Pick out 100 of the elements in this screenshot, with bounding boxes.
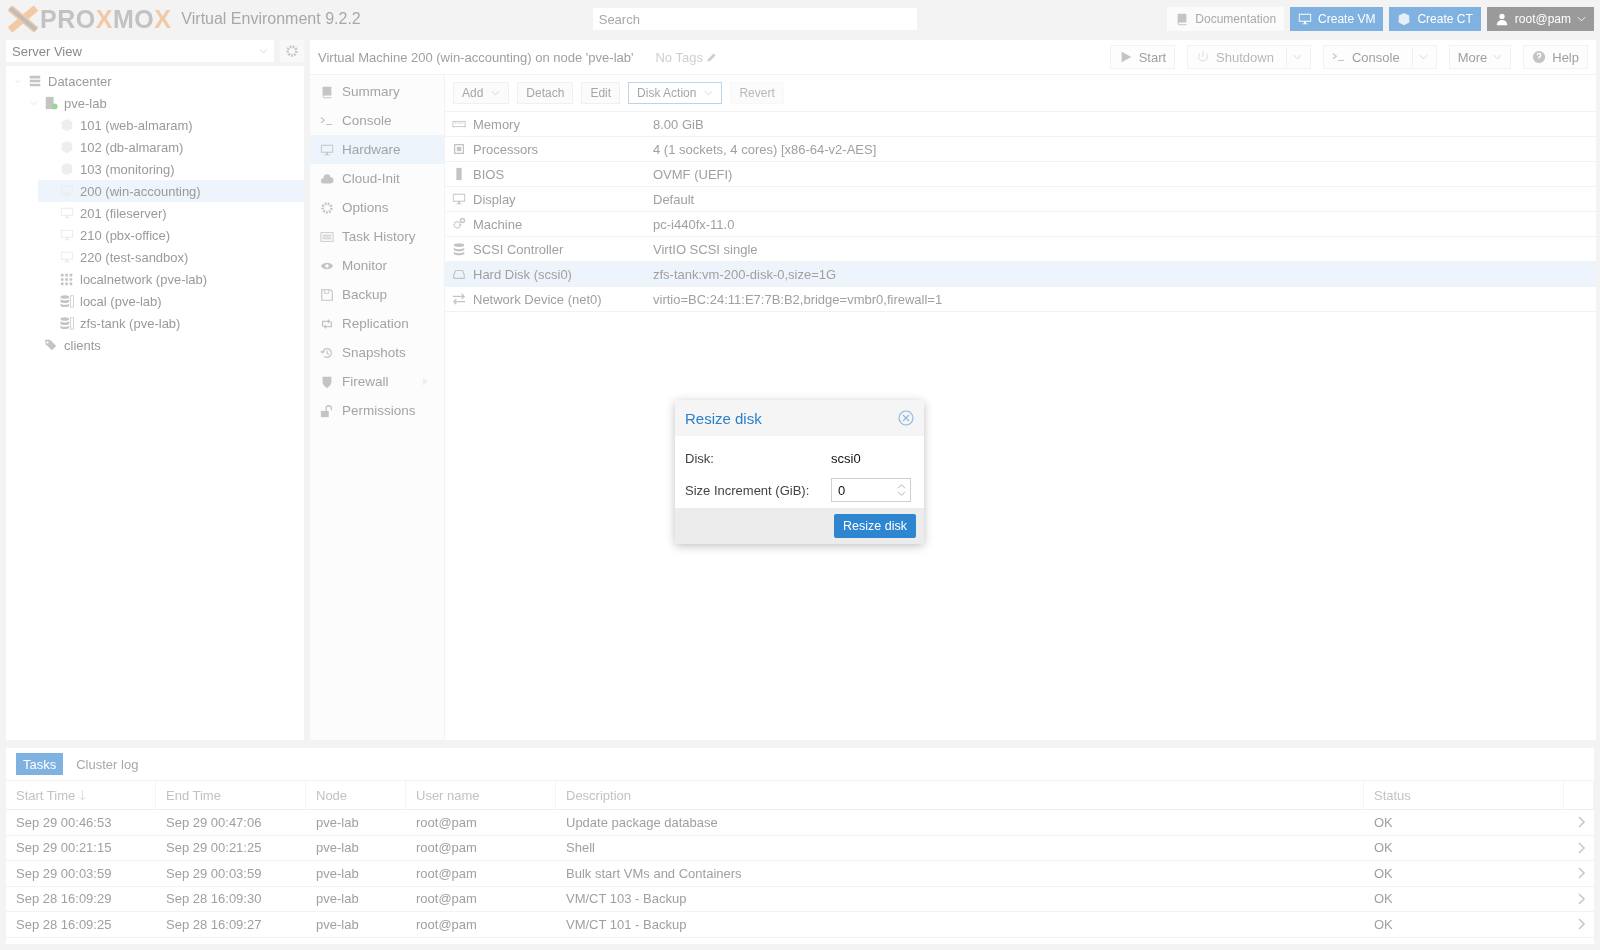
hardware-row[interactable]: BIOS OVMF (UEFI) — [445, 162, 1596, 187]
tree-item[interactable]: local (pve-lab) — [38, 290, 304, 312]
caret-icon — [1292, 54, 1302, 60]
column-header[interactable]: Start Time — [6, 781, 156, 809]
table-cell-text: OK — [1373, 890, 1394, 909]
table-cell-text: Sep 28 16:09:25 — [15, 915, 113, 934]
toolbar-button[interactable]: Edit — [581, 82, 621, 104]
toolbar-button[interactable]: Start — [1109, 45, 1176, 69]
nav-item[interactable]: Backup — [310, 280, 444, 309]
number-field[interactable]: 0 — [831, 478, 911, 502]
hardware-value: 4 (1 sockets, 4 cores) [x86-64-v2-AES] — [653, 141, 877, 157]
field-label: Disk: — [685, 450, 715, 466]
tree-item[interactable]: Datacenter — [6, 70, 304, 92]
table-cell-text: Sep 28 16:09:29 — [15, 890, 113, 909]
logo-x-icon — [8, 6, 38, 32]
user-icon — [1494, 12, 1509, 26]
help-icon — [1532, 50, 1547, 64]
header-button[interactable]: Create CT — [1389, 7, 1481, 31]
resize-disk-button[interactable]: Resize disk — [834, 514, 916, 538]
tags-icon — [44, 338, 58, 352]
table-cell-text: root@pam — [415, 915, 478, 934]
hardware-row[interactable]: Display Default — [445, 187, 1596, 212]
nav-item[interactable]: Firewall — [310, 367, 444, 396]
tree-item[interactable]: pve-lab — [22, 92, 304, 114]
tree-item[interactable]: localnetwork (pve-lab) — [38, 268, 304, 290]
nav-item[interactable]: Permissions — [310, 396, 444, 425]
hardware-row[interactable]: Machine pc-i440fx-11.0 — [445, 212, 1596, 237]
toolbar-button[interactable]: Disk Action — [628, 82, 723, 104]
caret-icon — [704, 90, 714, 96]
toolbar-button[interactable]: More — [1448, 45, 1512, 69]
toolbar-button[interactable]: Detach — [517, 82, 574, 104]
toolbar-button[interactable]: Help — [1523, 45, 1588, 69]
column-header[interactable]: End Time — [156, 781, 306, 809]
settings-icon — [285, 44, 299, 58]
user-menu-button[interactable]: root@pam — [1486, 7, 1594, 31]
nav-item[interactable]: Snapshots — [310, 338, 444, 367]
caret-icon — [491, 90, 501, 96]
tree-item[interactable]: 103 (monitoring) — [38, 158, 304, 180]
version-label: Virtual Environment 9.2.2 — [181, 10, 361, 28]
table-cell-text: Sep 28 16:09:30 — [165, 890, 263, 909]
hardware-row[interactable]: Processors 4 (1 sockets, 4 cores) [x86-64-v2-AES] — [445, 137, 1596, 162]
column-header[interactable]: User name — [406, 781, 556, 809]
tree-item[interactable]: 220 (test-sandbox) — [38, 246, 304, 268]
tab[interactable]: Cluster log — [69, 753, 146, 775]
tree-item[interactable]: 210 (pbx-office) — [38, 224, 304, 246]
tree-item[interactable]: 201 (fileserver) — [38, 202, 304, 224]
toolbar-button[interactable]: Add — [453, 82, 510, 104]
hardware-label: Processors — [473, 141, 540, 157]
tree-item[interactable]: 102 (db-almaram) — [38, 136, 304, 158]
nav-item[interactable]: Replication — [310, 309, 444, 338]
tree-item[interactable]: 101 (web-almaram) — [38, 114, 304, 136]
header-button[interactable]: Documentation — [1167, 7, 1285, 31]
nav-item[interactable]: Cloud-Init — [310, 164, 444, 193]
hardware-row[interactable]: Network Device (net0) virtio=BC:24:11:E7:7B:B2,bridge=vmbr0,firewall=1 — [445, 287, 1596, 312]
settings-button[interactable] — [280, 40, 304, 62]
header-button[interactable]: Create VM — [1290, 7, 1384, 31]
hardware-value: zfs-tank:vm-200-disk-0,size=1G — [653, 266, 837, 282]
dialog-title: Resize disk — [685, 409, 762, 427]
nav-item[interactable]: Summary — [310, 77, 444, 106]
close-icon[interactable] — [898, 410, 914, 426]
nav-item[interactable]: Task History — [310, 222, 444, 251]
nav-item[interactable]: Console — [310, 106, 444, 135]
caret-icon — [1418, 54, 1428, 60]
hardware-label: Network Device (net0) — [473, 291, 603, 307]
tree-item[interactable]: clients — [22, 334, 304, 356]
shield-icon — [320, 374, 334, 389]
floppy-icon — [320, 287, 334, 302]
chevron-right-icon[interactable] — [1578, 841, 1586, 854]
sort-down-icon — [79, 789, 87, 801]
nav-item[interactable]: Hardware — [310, 135, 444, 164]
column-header[interactable]: Node — [306, 781, 406, 809]
nav-item[interactable]: Monitor — [310, 251, 444, 280]
spinner-icon[interactable] — [897, 483, 906, 497]
table-cell-text: pve-lab — [315, 839, 360, 858]
server-rack-icon — [28, 74, 42, 88]
chevron-right-icon[interactable] — [1578, 918, 1586, 931]
hardware-label: BIOS — [473, 166, 506, 182]
tab[interactable]: Tasks — [16, 753, 64, 775]
table-cell-text: VM/CT 101 - Backup — [565, 915, 688, 934]
hardware-value: 8.00 GiB — [653, 116, 704, 132]
view-selector[interactable]: Server View — [6, 40, 274, 62]
toolbar-button[interactable]: Console — [1322, 45, 1437, 69]
table-cell-text: Sep 29 00:21:25 — [165, 839, 263, 858]
nav-item[interactable]: Options — [310, 193, 444, 222]
table-cell-text: pve-lab — [315, 915, 360, 934]
monitor-icon — [320, 142, 334, 157]
column-header[interactable]: Status — [1364, 781, 1564, 809]
hardware-row[interactable]: Memory 8.00 GiB — [445, 112, 1596, 137]
hardware-label: Machine — [473, 216, 524, 232]
chevron-right-icon[interactable] — [1578, 867, 1586, 880]
chevron-right-icon[interactable] — [1578, 892, 1586, 905]
tree-item[interactable]: zfs-tank (pve-lab) — [38, 312, 304, 334]
chevron-right-icon[interactable] — [1578, 816, 1586, 829]
history-icon — [320, 345, 334, 360]
search-field[interactable]: Search — [592, 8, 917, 30]
book-icon — [320, 84, 334, 99]
column-header[interactable]: Description — [556, 781, 1364, 809]
hardware-row[interactable]: Hard Disk (scsi0) zfs-tank:vm-200-disk-0,size=1G — [445, 262, 1596, 287]
tree-item[interactable]: 200 (win-accounting) — [38, 180, 304, 202]
table-cell-text: root@pam — [415, 864, 478, 883]
